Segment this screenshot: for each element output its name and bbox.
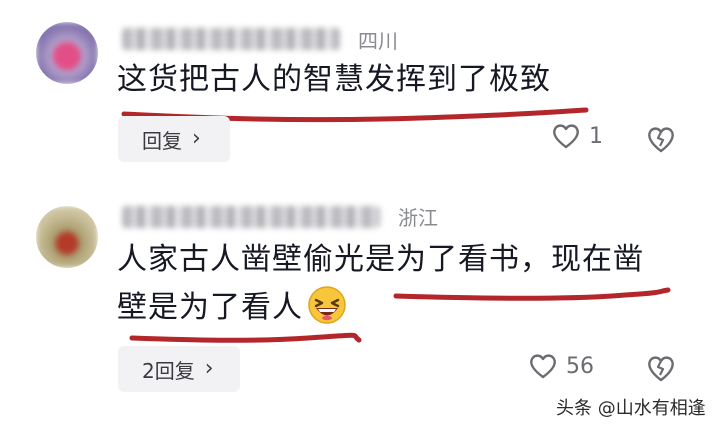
- heart-outline-icon: [553, 124, 579, 149]
- reply-label: 回复: [142, 128, 182, 153]
- watermark: 头条 @山水有相逢: [556, 398, 706, 419]
- comment-text-line: 壁是为了看人: [117, 290, 303, 325]
- comment-item: 四川 这货把古人的智慧发挥到了极致 回复 › 1: [0, 0, 720, 200]
- username-blurred[interactable]: [122, 28, 340, 50]
- comment-text-line: 人家古人凿壁偷光是为了看书，现在凿: [117, 242, 644, 277]
- like-button[interactable]: 56: [528, 352, 594, 380]
- region-label: 浙江: [398, 206, 438, 230]
- username-blurred[interactable]: [122, 206, 380, 228]
- red-underline-annotation: [393, 287, 671, 301]
- reply-button[interactable]: 回复 ›: [118, 116, 230, 162]
- chevron-right-icon: ›: [192, 126, 201, 151]
- chevron-right-icon: ›: [204, 356, 214, 381]
- region-label: 四川: [358, 29, 398, 53]
- comment-item: 浙江 人家古人凿壁偷光是为了看书，现在凿 壁是为了看人 2回复 › 56: [0, 196, 720, 426]
- like-count: 1: [589, 123, 603, 149]
- laughing-emoji-icon: [308, 286, 346, 324]
- reply-button[interactable]: 2回复 ›: [118, 346, 240, 392]
- heart-outline-icon: [530, 354, 556, 379]
- avatar[interactable]: [36, 22, 98, 84]
- avatar[interactable]: [36, 206, 98, 268]
- like-count: 56: [566, 353, 594, 379]
- reply-label: 2回复: [142, 358, 195, 383]
- broken-heart-icon[interactable]: [645, 353, 677, 383]
- like-button[interactable]: 1: [551, 122, 603, 150]
- broken-heart-icon[interactable]: [645, 124, 677, 154]
